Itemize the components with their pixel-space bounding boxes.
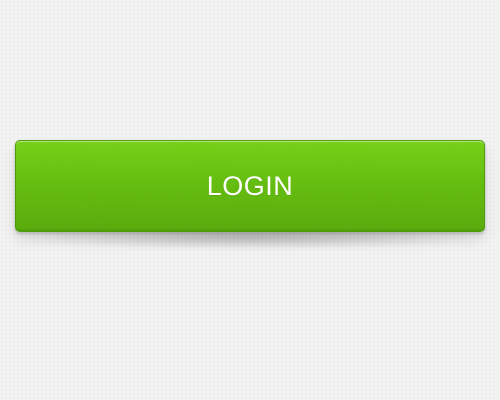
login-button[interactable]: LOGIN	[15, 140, 485, 232]
login-button-label: LOGIN	[206, 170, 294, 201]
page-canvas: LOGIN	[0, 0, 500, 400]
